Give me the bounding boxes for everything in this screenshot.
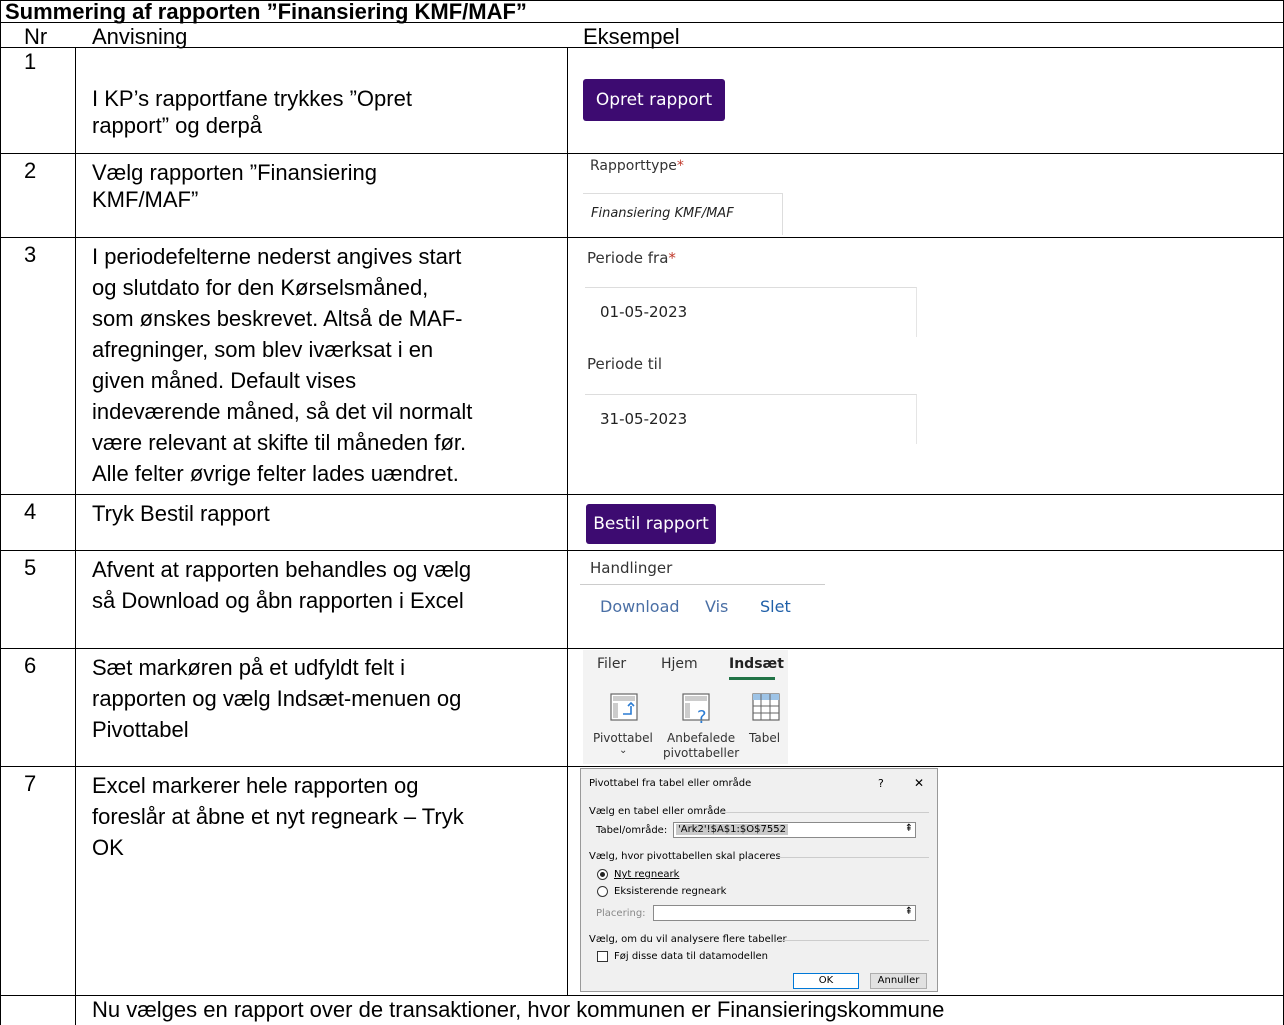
vis-link[interactable]: Vis [705,597,728,616]
pivottable-dialog: Pivottabel fra tabel eller område ? ✕ Væ… [580,768,938,992]
recommended-pivottables-button[interactable]: Anbefalede pivottabeller [663,731,739,761]
collapse-dialog-icon[interactable]: ⇞ [905,823,913,834]
periode-til-field[interactable]: 31-05-2023 [585,394,917,444]
excel-ribbon: Filer Hjem Indsæt ? Pivottabel ⌄ Anbefal… [583,650,788,764]
datamodel-checkbox[interactable] [597,951,608,962]
row-number: 4 [24,499,37,524]
tab-filer[interactable]: Filer [597,656,626,672]
collapse-dialog-icon[interactable]: ⇞ [905,906,913,917]
column-header-nr: Nr [24,24,48,49]
row-number: 6 [24,653,37,678]
pivottable-button[interactable]: Pivottabel [593,731,653,745]
datamodel-checkbox-label: Føj disse data til datamodellen [614,951,768,962]
divider [580,584,825,585]
table-button[interactable]: Tabel [749,731,780,745]
pivottable-dropdown-icon[interactable]: ⌄ [619,745,627,756]
periode-fra-field[interactable]: 01-05-2023 [585,287,917,337]
table-range-label: Tabel/område: [596,825,668,836]
periode-fra-label: Periode fra* [587,249,676,267]
column-header-example: Eksempel [583,24,680,49]
slet-link[interactable]: Slet [760,597,791,616]
section-placement: Vælg, hvor pivottabellen skal placeres [589,851,781,862]
row-number: 7 [24,771,37,796]
document-title: Summering af rapporten ”Finansiering KMF… [5,0,527,24]
help-icon[interactable]: ? [878,777,884,790]
instruction-document: Summering af rapporten ”Finansiering KMF… [0,0,1284,1025]
tab-hjem[interactable]: Hjem [661,656,698,672]
ok-button[interactable]: OK [793,973,859,989]
handlinger-label: Handlinger [590,559,673,577]
radio-new-sheet-label: Nyt regneark [614,869,680,880]
radio-new-sheet[interactable] [597,869,608,880]
dialog-title: Pivottabel fra tabel eller område [589,778,752,789]
column-header-instruction: Anvisning [92,24,188,49]
periode-til-label: Periode til [587,355,662,373]
placement-input[interactable]: ⇞ [653,905,916,921]
row-number: 2 [24,158,37,183]
table-range-input[interactable]: 'Ark2'!$A$1:$O$7552 ⇞ [673,822,916,838]
bestil-rapport-button[interactable]: Bestil rapport [586,504,716,544]
row-number: 3 [24,242,37,267]
radio-existing-sheet[interactable] [597,886,608,897]
table-icon[interactable] [751,692,781,722]
placement-label: Placering: [596,908,646,919]
row-number: 1 [24,49,37,74]
section-multiple-tables: Vælg, om du vil analysere flere tabeller [589,934,787,945]
active-tab-underline [729,677,775,680]
rapporttype-field[interactable]: Finansiering KMF/MAF [583,193,783,235]
row-number: 5 [24,555,37,580]
opret-rapport-button[interactable]: Opret rapport [583,79,725,121]
radio-existing-sheet-label: Eksisterende regneark [614,886,727,897]
svg-text:?: ? [697,707,707,726]
close-icon[interactable]: ✕ [914,776,924,790]
section-select-table: Vælg en tabel eller område [589,806,726,817]
rapporttype-label: Rapporttype* [590,158,684,174]
recommended-pivottables-icon[interactable]: ? [681,692,715,726]
pivottable-icon[interactable] [609,692,639,722]
tab-indsaet[interactable]: Indsæt [729,656,784,672]
cancel-button[interactable]: Annuller [870,973,927,989]
download-link[interactable]: Download [600,597,680,616]
footer-note: Nu vælges en rapport over de transaktion… [92,997,945,1022]
